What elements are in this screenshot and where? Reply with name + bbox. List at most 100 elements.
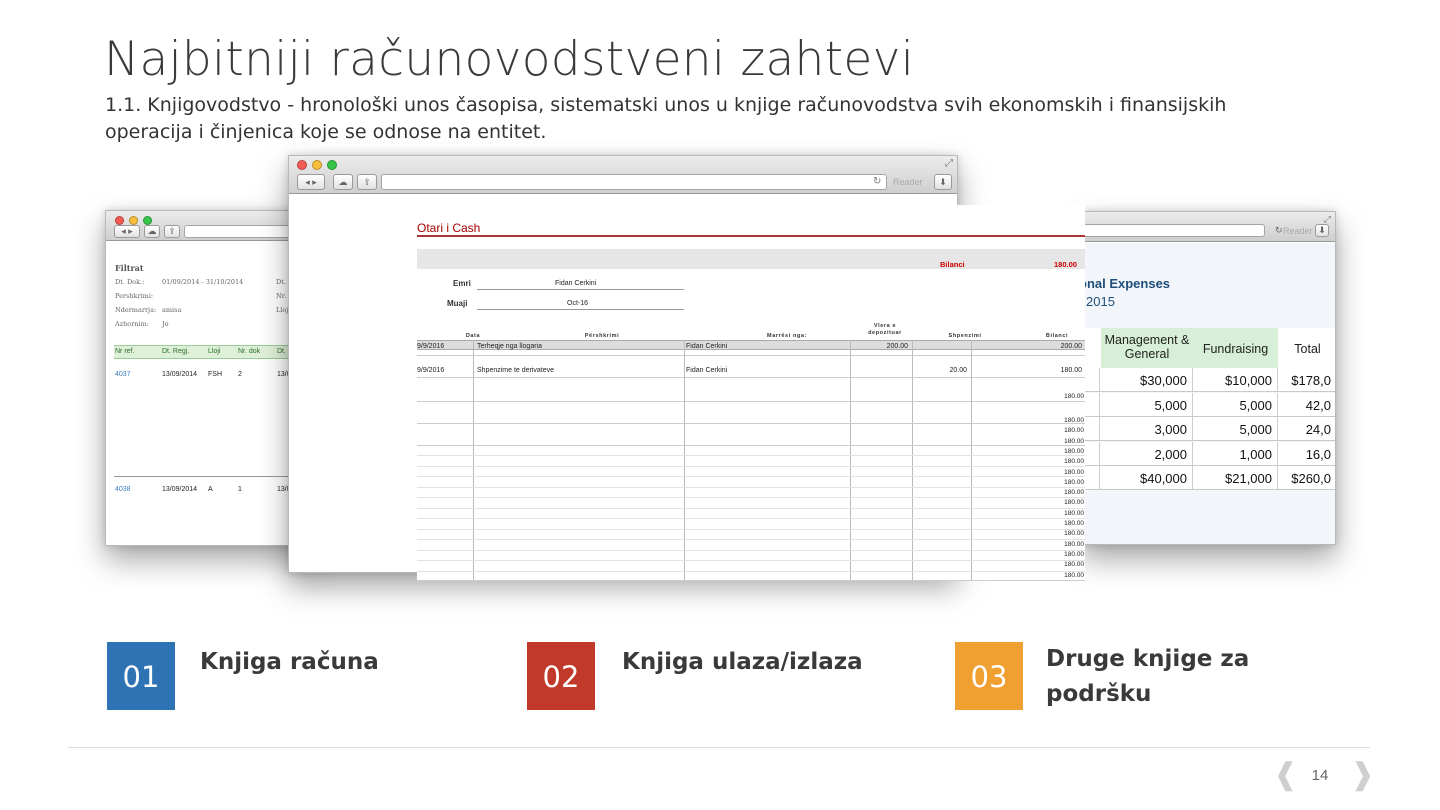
grid-row-line [417, 570, 1085, 572]
slide-subtitle: 1.1. Knjigovodstvo - hronološki unos čas… [105, 94, 1227, 143]
balance-cell: 180.00 [1064, 393, 1084, 400]
table-cell: $40,000 [1140, 471, 1187, 486]
previous-slide-icon[interactable]: ❰ [1273, 760, 1298, 790]
balance-cell: 180.00 [1064, 571, 1084, 579]
ref-link[interactable]: 4037 [115, 371, 131, 378]
url-bar[interactable] [381, 174, 887, 190]
filter-title: Filtrat [115, 263, 144, 273]
grid-column-line [473, 340, 474, 580]
table-cell: A [208, 486, 213, 493]
table-cell: $178,0 [1291, 373, 1331, 388]
bilanci-label: Bilanci [940, 260, 965, 269]
url-bar[interactable] [1081, 224, 1265, 237]
reload-icon[interactable]: ↻ [873, 174, 881, 190]
sheet-header-cell: Vlera e depozituar [868, 323, 902, 336]
zoom-light-icon[interactable] [143, 216, 152, 225]
item-number-badge: 02 [527, 642, 595, 710]
table-cell: 2,000 [1154, 446, 1187, 462]
table-cell: 24,0 [1305, 422, 1331, 437]
next-slide-icon[interactable]: ❱ [1350, 760, 1375, 790]
item-number-badge: 01 [107, 642, 175, 710]
table-header-cell: Dt. Regj. [162, 348, 190, 355]
footer-divider [68, 747, 1370, 748]
reload-icon[interactable]: ↻ [1275, 224, 1283, 237]
table-cell: $10,000 [1225, 373, 1272, 388]
table-cell: FSH [208, 371, 222, 378]
item-label: Knjiga ulaza/izlaza [622, 649, 863, 675]
zoom-light-icon[interactable] [327, 160, 337, 170]
sheet-header-cell: Bilanci [1045, 333, 1069, 339]
sheet-cell: 20.00 [949, 367, 967, 374]
sheet-header-cell: Data [465, 333, 481, 339]
balance-cell: 180.00 [1064, 427, 1084, 435]
close-light-icon[interactable] [297, 160, 307, 170]
column-divider [1099, 417, 1100, 441]
grid-row-line [417, 539, 1085, 540]
grid-row-line [417, 355, 1085, 356]
sheet-cell: Fidan Cerkini [686, 343, 728, 350]
table-cell: 3,000 [1154, 422, 1187, 437]
download-icon[interactable]: ⬇ [934, 174, 952, 190]
balance-cell: 180.00 [1064, 447, 1084, 455]
muaji-underline [477, 309, 684, 310]
column-divider [1099, 466, 1100, 490]
table-header-cell: Nr. dok [238, 348, 261, 355]
table-cell: 5,000 [1239, 397, 1272, 413]
grid-row-line [417, 476, 1085, 477]
download-icon[interactable]: ⬇ [1315, 224, 1329, 237]
filter-value: Jo [162, 320, 169, 328]
sheet-header-cell: Përshkrimi [584, 333, 620, 339]
emri-underline [477, 289, 684, 290]
grid-row-line [417, 455, 1085, 456]
grid-column-line [912, 340, 913, 580]
share-icon[interactable]: ⇪ [164, 225, 180, 238]
bilanci-value: 180.00 [1054, 260, 1077, 269]
grid-row-line [417, 507, 1085, 509]
filter-value: amisa [162, 306, 182, 314]
cloud-icon[interactable]: ☁ [144, 225, 160, 238]
grid-row-line [417, 560, 1085, 561]
cloud-icon[interactable]: ☁ [333, 174, 353, 190]
grid-row-line [417, 497, 1085, 498]
column-divider [1099, 441, 1100, 466]
close-light-icon[interactable] [115, 216, 124, 225]
reader-label[interactable]: Reader [893, 174, 923, 190]
table-header-cell: Lloji [208, 348, 221, 355]
minimize-light-icon[interactable] [312, 160, 322, 170]
slide-title: Najbitniji računovodstveni zahtevi [104, 32, 915, 87]
sheet-cell: Terheqje nga llogaria [477, 343, 542, 350]
table-cell: 5,000 [1239, 422, 1272, 437]
filter-label: Pershkrimi: [115, 292, 154, 300]
expenses-year: 2015 [1086, 294, 1115, 309]
bilanci-band [417, 249, 1085, 269]
balance-cell: 180.00 [1064, 489, 1084, 497]
balance-cell: 180.00 [1064, 417, 1084, 424]
back-forward-button[interactable]: ◂ ▸ [114, 225, 140, 238]
balance-cell: 180.00 [1064, 499, 1084, 507]
back-forward-button[interactable]: ◂ ▸ [297, 174, 325, 190]
balance-cell: 180.00 [1064, 550, 1084, 558]
share-icon[interactable]: ⇪ [357, 174, 377, 190]
sheet-cell: 9/9/2016 [417, 343, 445, 350]
fullscreen-icon[interactable]: ⤢ [1324, 214, 1331, 225]
sheet-cell: Fidan Cerkini [686, 367, 728, 374]
reader-label[interactable]: Reader [1283, 223, 1313, 239]
table-header-cell: Management & General [1104, 333, 1190, 361]
sheet-header-cell: Shpenzimi [948, 333, 982, 339]
emri-value: Fidan Cerkini [555, 280, 597, 287]
grid-row-line [417, 401, 1085, 402]
grid-row-line [417, 549, 1085, 551]
page-number: 14 [1311, 767, 1329, 784]
table-cell: $30,000 [1140, 373, 1187, 388]
balance-cell: 180.00 [1064, 561, 1084, 569]
grid-column-line [684, 340, 685, 580]
balance-cell: 180.00 [1064, 468, 1084, 476]
grid-row-line [417, 486, 1085, 488]
balance-cell: 180.00 [1064, 530, 1084, 538]
muaji-value: Oct-16 [567, 300, 589, 307]
ref-link[interactable]: 4038 [115, 486, 131, 493]
sheet-cell: 9/9/2016 [417, 367, 445, 374]
table-cell: $21,000 [1225, 471, 1272, 486]
minimize-light-icon[interactable] [129, 216, 138, 225]
fullscreen-icon[interactable]: ⤢ [945, 158, 953, 169]
